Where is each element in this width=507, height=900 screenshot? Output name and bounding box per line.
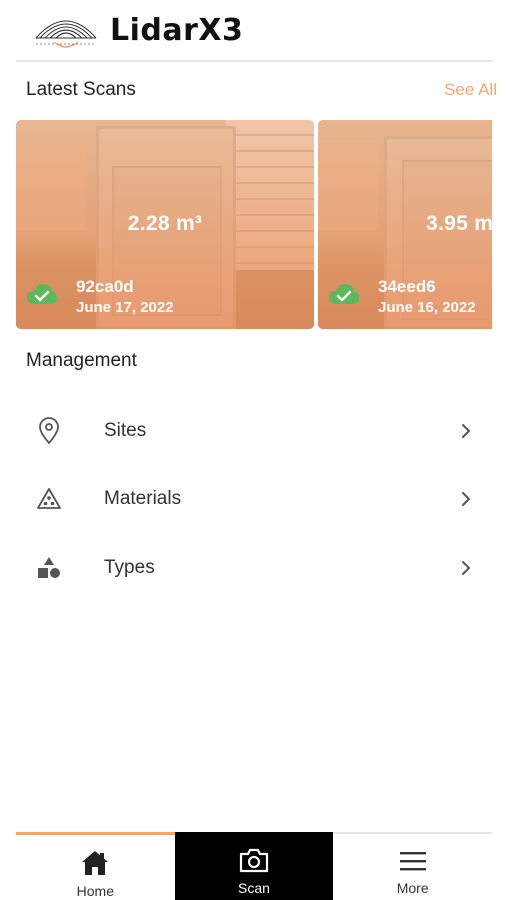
bottom-tab-bar: Home Scan More	[16, 832, 492, 900]
scan-date: June 17, 2022	[76, 299, 174, 316]
home-icon	[82, 851, 109, 875]
tab-label: More	[396, 880, 429, 896]
latest-scans-title: Latest Scans	[26, 79, 136, 100]
cloud-check-icon	[329, 284, 359, 304]
latest-scans-header: Latest Scans See All	[26, 78, 497, 102]
scan-date: June 16, 2022	[378, 299, 476, 316]
see-all-link[interactable]: See All	[444, 80, 497, 100]
tab-home[interactable]: Home	[16, 832, 175, 900]
chevron-right-icon	[462, 561, 470, 575]
menu-item-label: Sites	[104, 420, 147, 441]
tab-label: Scan	[238, 880, 270, 896]
chevron-right-icon	[462, 492, 470, 506]
latest-scans-carousel[interactable]: 2.28 m³ 92ca0d June 17, 2022 3.95 m³ 34e…	[16, 120, 492, 329]
tab-label: Home	[76, 883, 115, 899]
location-pin-icon	[39, 417, 59, 445]
menu-item-materials[interactable]: Materials	[26, 474, 476, 524]
app-screen: LidarX3 Latest Scans See All 2.28 m³ 92c…	[0, 0, 507, 900]
menu-item-label: Materials	[104, 488, 182, 509]
cloud-check-icon	[27, 284, 57, 304]
camera-icon	[239, 848, 269, 873]
shapes-icon	[38, 557, 60, 578]
scan-card[interactable]: 2.28 m³ 92ca0d June 17, 2022	[16, 120, 314, 329]
scan-volume: 3.95 m³	[426, 212, 492, 235]
app-title: LidarX3	[110, 12, 244, 48]
menu-item-types[interactable]: Types	[26, 543, 476, 593]
menu-icon	[399, 852, 426, 871]
scan-volume: 2.28 m³	[127, 212, 203, 235]
management-title: Management	[26, 350, 137, 371]
scan-id: 92ca0d	[76, 277, 134, 296]
scan-card[interactable]: 3.95 m³ 34eed6 June 16, 2022	[318, 120, 492, 329]
materials-triangle-icon	[37, 488, 61, 509]
menu-item-sites[interactable]: Sites	[26, 406, 476, 456]
tab-more[interactable]: More	[333, 834, 492, 900]
tab-scan[interactable]: Scan	[174, 832, 334, 900]
lidar-logo-icon	[35, 20, 97, 48]
menu-item-label: Types	[104, 557, 155, 578]
scan-id: 34eed6	[378, 277, 436, 296]
chevron-right-icon	[462, 424, 470, 438]
app-header: LidarX3	[16, 0, 492, 62]
